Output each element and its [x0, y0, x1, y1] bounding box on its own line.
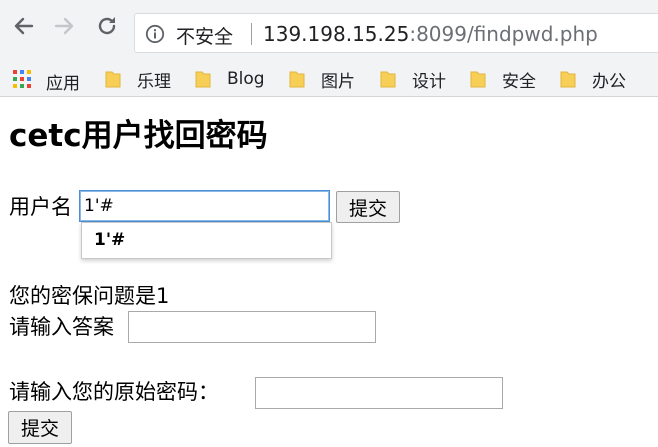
back-arrow-icon — [14, 17, 34, 35]
bookmark-label: 乐理 — [137, 71, 171, 92]
answer-input[interactable] — [128, 311, 376, 343]
forward-button[interactable] — [53, 14, 77, 38]
reload-button[interactable] — [95, 14, 119, 38]
security-question-text: 您的密保问题是1 — [9, 284, 170, 308]
bookmark-folder[interactable]: 乐理 — [105, 66, 171, 92]
address-separator — [251, 23, 252, 45]
info-icon[interactable] — [145, 24, 165, 44]
page-title: cetc用户找回密码 — [9, 118, 268, 154]
bookmark-folder[interactable]: 安全 — [470, 66, 536, 92]
submit-username-button[interactable]: 提交 — [336, 191, 400, 223]
answer-label: 请输入答案 — [9, 315, 114, 339]
reload-icon — [98, 17, 116, 35]
browser-toolbar: 不安全 139.198.15.25:8099/findpwd.php — [0, 0, 658, 63]
bookmark-label: 设计 — [412, 71, 446, 92]
security-status-label[interactable]: 不安全 — [176, 22, 233, 49]
url-host: 139.198.15.25 — [263, 22, 410, 46]
folder-icon — [105, 71, 121, 88]
back-button[interactable] — [11, 14, 35, 38]
bookmark-label: 办公 — [592, 71, 626, 92]
bookmark-folder[interactable]: 设计 — [380, 66, 446, 92]
bookmark-label: Blog — [227, 69, 265, 89]
folder-icon — [470, 71, 486, 88]
bookmarks-bar: 应用 乐理 Blog 图片 设计 安全 办公 — [0, 63, 658, 97]
folder-icon — [289, 71, 305, 88]
original-password-input[interactable] — [255, 377, 503, 409]
original-password-label: 请输入您的原始密码： — [9, 380, 219, 404]
folder-icon — [195, 71, 211, 88]
forward-arrow-icon — [54, 17, 74, 35]
folder-icon — [380, 71, 396, 88]
bookmark-label: 安全 — [502, 71, 536, 92]
username-input[interactable] — [79, 190, 330, 222]
submit-password-button[interactable]: 提交 — [8, 411, 72, 444]
folder-icon — [560, 71, 576, 88]
apps-grid-icon[interactable] — [12, 69, 32, 89]
url-text[interactable]: 139.198.15.25:8099/findpwd.php — [263, 22, 598, 46]
bookmark-folder[interactable]: 办公 — [560, 66, 626, 92]
autocomplete-dropdown: 1'# — [81, 222, 332, 259]
username-label: 用户名 — [9, 195, 72, 219]
autocomplete-suggestion[interactable]: 1'# — [94, 230, 125, 250]
bookmark-apps[interactable]: 应用 — [46, 69, 80, 94]
url-path: :8099/findpwd.php — [409, 22, 598, 46]
bookmark-folder[interactable]: 图片 — [289, 66, 355, 92]
address-bar[interactable]: 不安全 139.198.15.25:8099/findpwd.php — [134, 13, 658, 53]
bookmark-label: 图片 — [321, 71, 355, 92]
bookmark-folder[interactable]: Blog — [195, 66, 265, 92]
